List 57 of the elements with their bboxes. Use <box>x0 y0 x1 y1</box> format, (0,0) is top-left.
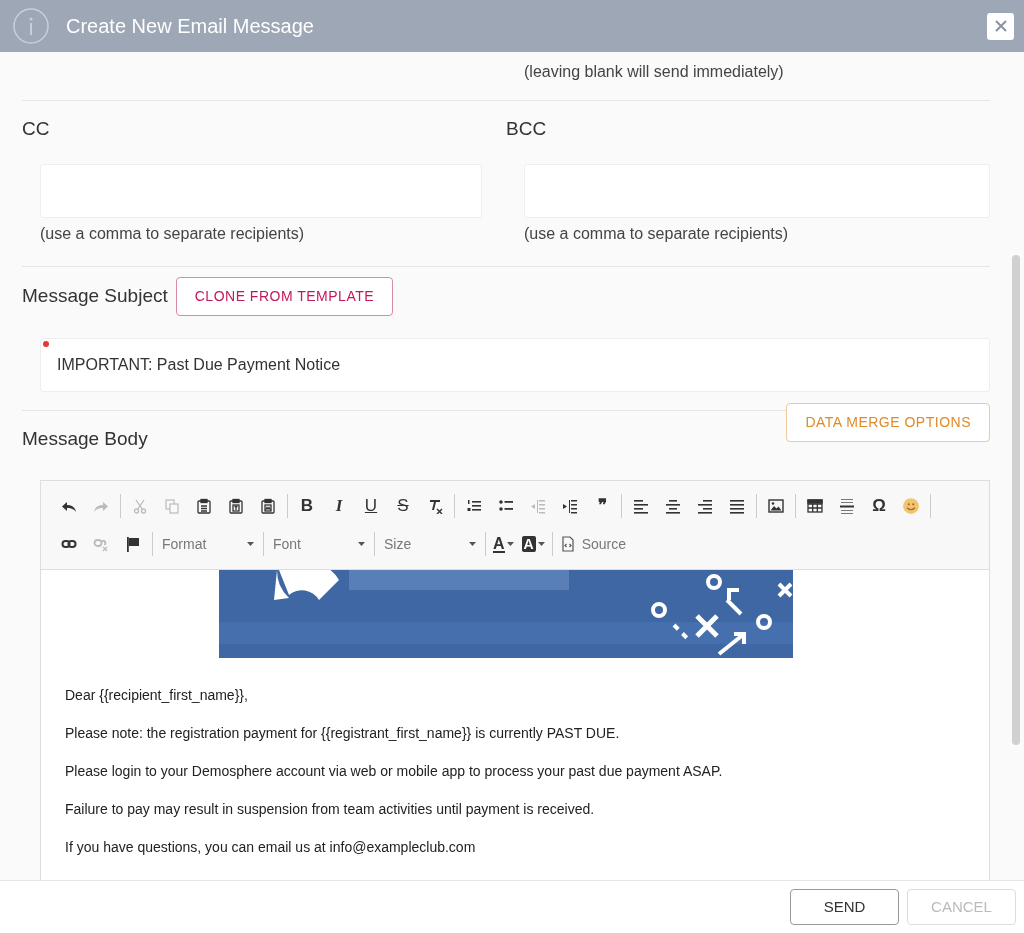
caret-icon <box>358 542 365 546</box>
caret-icon <box>247 542 254 546</box>
format-button[interactable]: I <box>323 492 355 520</box>
caret-icon <box>537 542 545 546</box>
paragraph: Please note: the registration payment for {{registrant_first_name}} is currently PAST DUE. <box>65 724 621 742</box>
hint-text: (use a comma to separate recipients) <box>40 223 306 244</box>
outdent-icon <box>530 498 546 514</box>
subject-field[interactable]: IMPORTANT: Past Due Payment Notice <box>40 337 990 392</box>
paragraph: Please login to your Demosphere account via web or mobile app to process your past due payment ASAP. <box>65 762 724 780</box>
cut-icon <box>132 498 148 514</box>
numbered-list-icon <box>466 498 482 514</box>
field-label: BCC <box>506 117 548 141</box>
send-button[interactable]: SEND <box>790 889 899 925</box>
close-button[interactable] <box>987 12 1014 40</box>
flag-icon <box>125 536 141 552</box>
paste-text-icon <box>228 498 244 514</box>
align-right-icon <box>697 498 713 514</box>
caret-icon <box>506 542 514 546</box>
format-button[interactable]: ❞ <box>586 492 618 520</box>
copy-icon <box>164 498 180 514</box>
clone-template-button[interactable]: CLONE FROM TEMPLATE <box>175 276 394 316</box>
horizontal-line-icon <box>839 498 855 514</box>
format-button[interactable]: Ω <box>863 492 895 520</box>
bulleted-list-icon <box>498 498 514 514</box>
info-icon <box>12 7 50 45</box>
hint-text: (leaving blank will send immediately) <box>524 62 785 82</box>
paste-icon <box>196 498 212 514</box>
paragraph: If you have questions, you can email us at info@exampleclub.com <box>65 838 477 856</box>
image-icon <box>768 498 784 514</box>
document-icon <box>559 536 576 552</box>
align-left-icon <box>633 498 649 514</box>
caret-icon <box>469 542 476 546</box>
dropdown[interactable]: Format <box>156 530 260 558</box>
indent-icon <box>562 498 578 514</box>
paste-word-icon <box>260 498 276 514</box>
dropdown[interactable]: Size <box>378 530 482 558</box>
clear-format-icon <box>427 498 443 514</box>
field-label: Message Body <box>22 426 148 451</box>
format-button[interactable]: U <box>355 492 387 520</box>
format-button[interactable]: B <box>291 492 323 520</box>
source-button[interactable]: Source <box>555 530 631 558</box>
align-center-icon <box>665 498 681 514</box>
background-color-button[interactable]: A <box>517 530 549 558</box>
smiley-icon <box>902 497 920 515</box>
align-justify-icon <box>729 498 745 514</box>
field-label: Message Subject <box>22 283 168 308</box>
dropdown[interactable]: Font <box>267 530 371 558</box>
unlink-icon <box>93 536 109 552</box>
text-color-button[interactable]: A <box>489 530 518 558</box>
paragraph: Dear {{recipient_first_name}}, <box>65 686 249 704</box>
format-button[interactable]: S <box>387 492 419 520</box>
close-icon <box>993 19 1008 33</box>
paragraph: Failure to pay may result in suspension from team activities until payment is received. <box>65 800 596 818</box>
window-title: Create New Email Message <box>66 14 315 39</box>
table-icon <box>807 498 823 514</box>
hint-text: (use a comma to separate recipients) <box>524 223 790 244</box>
field-label: CC <box>22 117 51 141</box>
